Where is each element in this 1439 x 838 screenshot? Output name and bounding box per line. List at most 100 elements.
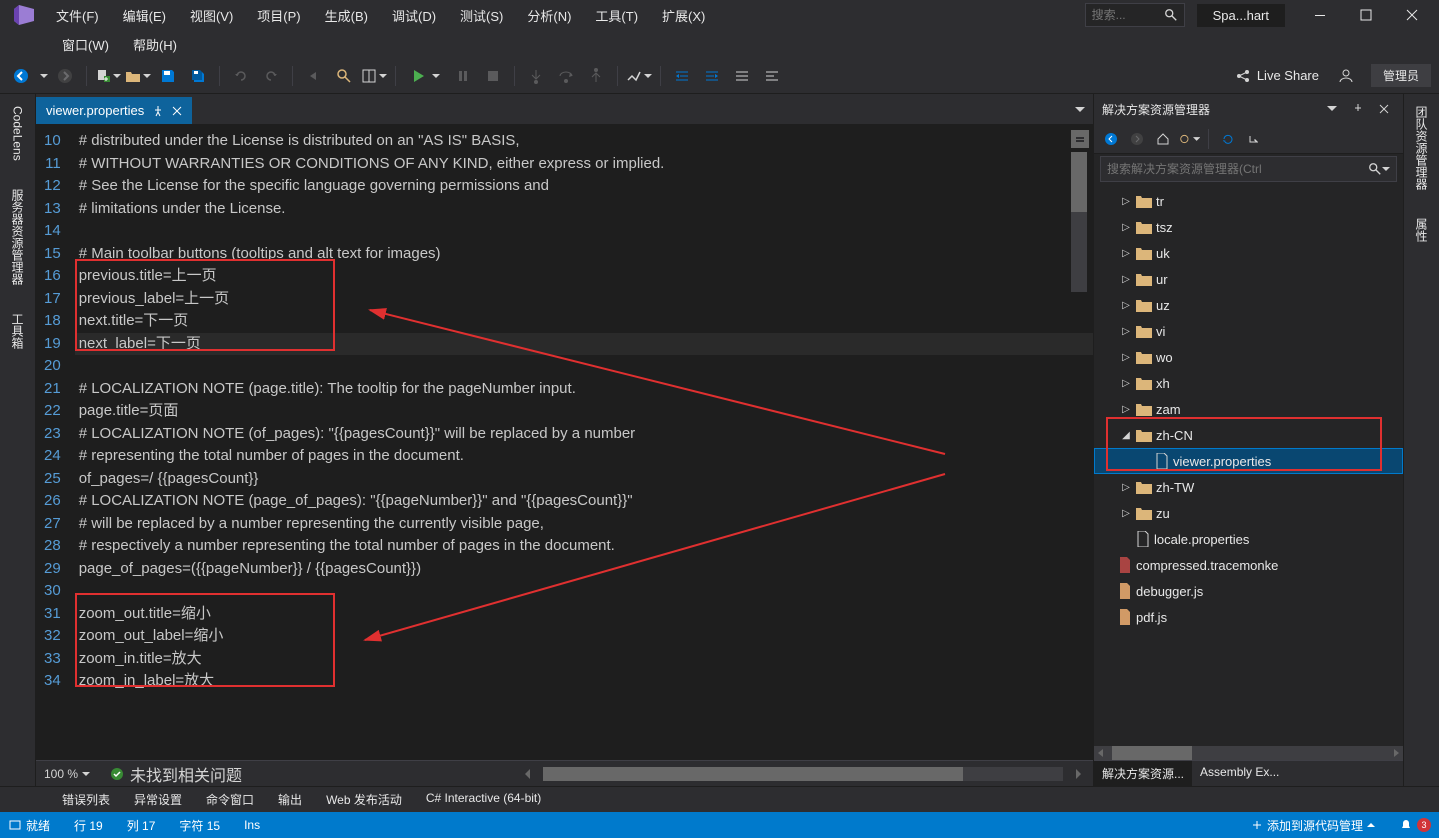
tree-file-viewer-properties[interactable]: viewer.properties: [1094, 448, 1403, 474]
panel-pin-button[interactable]: [1347, 98, 1369, 120]
code-line[interactable]: # LOCALIZATION NOTE (page.title): The to…: [75, 378, 1093, 401]
sp-back-button[interactable]: [1100, 128, 1122, 150]
nav-back-button[interactable]: [8, 63, 34, 89]
scroll-right-icon[interactable]: [1071, 767, 1085, 781]
open-file-button[interactable]: [125, 63, 151, 89]
horizontal-scrollbar[interactable]: [543, 767, 1063, 781]
code-line[interactable]: previous.title=上一页: [75, 265, 1093, 288]
tree-file-compressed[interactable]: compressed.tracemonke: [1094, 552, 1403, 578]
tree-folder-uz[interactable]: ▷uz: [1094, 292, 1403, 318]
editor-surface[interactable]: 1011121314151617181920212223242526272829…: [36, 124, 1093, 760]
tree-folder-zh-TW[interactable]: ▷zh-TW: [1094, 474, 1403, 500]
tab-codelens[interactable]: CodeLens: [7, 98, 29, 169]
solution-search-input[interactable]: [1107, 162, 1368, 176]
code-line[interactable]: [75, 355, 1093, 378]
health-indicator[interactable]: 未找到相关问题: [110, 762, 242, 786]
expand-icon[interactable]: ▷: [1120, 482, 1132, 493]
user-button[interactable]: [1333, 63, 1359, 89]
start-debug-button[interactable]: [404, 63, 446, 89]
menu-extensions[interactable]: 扩展(X): [650, 2, 717, 29]
panel-tab-solution[interactable]: 解决方案资源...: [1094, 761, 1192, 786]
menu-analyze[interactable]: 分析(N): [515, 2, 583, 29]
menu-view[interactable]: 视图(V): [178, 2, 245, 29]
code-line[interactable]: [75, 580, 1093, 603]
sp-sync-button[interactable]: [1178, 128, 1200, 150]
chevron-down-icon[interactable]: [1382, 165, 1390, 173]
solution-search[interactable]: [1100, 156, 1397, 182]
tab-command[interactable]: 命令窗口: [194, 787, 266, 812]
menu-tools[interactable]: 工具(T): [583, 2, 650, 29]
code-line[interactable]: # LOCALIZATION NOTE (page_of_pages): "{{…: [75, 490, 1093, 513]
new-file-button[interactable]: [95, 63, 121, 89]
solution-tree[interactable]: ▷tr▷tsz▷uk▷ur▷uz▷vi▷wo▷xh▷zam◢zh-CNviewe…: [1094, 184, 1403, 746]
step-out-button[interactable]: [583, 63, 609, 89]
code-line[interactable]: [75, 220, 1093, 243]
expand-icon[interactable]: ▷: [1120, 248, 1132, 259]
menu-edit[interactable]: 编辑(E): [111, 2, 178, 29]
code-line[interactable]: # distributed under the License is distr…: [75, 130, 1093, 153]
tab-toolbox[interactable]: 工具箱: [5, 305, 30, 357]
minimize-button[interactable]: [1297, 0, 1343, 30]
tree-folder-zam[interactable]: ▷zam: [1094, 396, 1403, 422]
tree-folder-vi[interactable]: ▷vi: [1094, 318, 1403, 344]
sp-refresh-button[interactable]: [1217, 128, 1239, 150]
tree-file-pdfjs[interactable]: pdf.js: [1094, 604, 1403, 630]
tree-folder-zu[interactable]: ▷zu: [1094, 500, 1403, 526]
panel-menu-button[interactable]: [1321, 98, 1343, 120]
indent-right-button[interactable]: [699, 63, 725, 89]
find-button[interactable]: [331, 63, 357, 89]
expand-icon[interactable]: ▷: [1120, 300, 1132, 311]
expand-icon[interactable]: ▷: [1120, 196, 1132, 207]
code-line[interactable]: # respectively a number representing the…: [75, 535, 1093, 558]
sp-home-button[interactable]: [1152, 128, 1174, 150]
redo-button[interactable]: [258, 63, 284, 89]
pin-icon[interactable]: [152, 105, 164, 117]
live-share-button[interactable]: Live Share: [1225, 68, 1329, 84]
tree-folder-xh[interactable]: ▷xh: [1094, 370, 1403, 396]
tree-file-locale[interactable]: locale.properties: [1094, 526, 1403, 552]
code-line[interactable]: page_of_pages=({{pageNumber}} / {{pagesC…: [75, 558, 1093, 581]
tab-team-explorer[interactable]: 团队资源管理器: [1409, 98, 1434, 198]
status-vcs[interactable]: 添加到源代码管理: [1251, 817, 1375, 834]
step-into-button[interactable]: [523, 63, 549, 89]
menu-build[interactable]: 生成(B): [313, 2, 380, 29]
comment-button[interactable]: [729, 63, 755, 89]
panel-close-button[interactable]: [1373, 98, 1395, 120]
expand-icon[interactable]: ▷: [1120, 222, 1132, 233]
code-line[interactable]: next_label=下一页: [75, 333, 1093, 356]
panel-h-scrollbar[interactable]: [1094, 746, 1403, 760]
code-line[interactable]: zoom_in_label=放大: [75, 670, 1093, 693]
save-all-button[interactable]: [185, 63, 211, 89]
code-line[interactable]: next.title=下一页: [75, 310, 1093, 333]
code-line[interactable]: # Main toolbar buttons (tooltips and alt…: [75, 243, 1093, 266]
tool-button-1[interactable]: [626, 63, 652, 89]
close-button[interactable]: [1389, 0, 1435, 30]
editor-scrollbar[interactable]: [1071, 130, 1089, 760]
sp-fwd-button[interactable]: [1126, 128, 1148, 150]
tree-folder-ur[interactable]: ▷ur: [1094, 266, 1403, 292]
code-line[interactable]: page.title=页面: [75, 400, 1093, 423]
tab-webpublish[interactable]: Web 发布活动: [314, 787, 414, 812]
menu-help[interactable]: 帮助(H): [121, 31, 189, 58]
chevron-down-icon[interactable]: [40, 72, 48, 80]
search-input[interactable]: [1092, 8, 1164, 22]
expand-icon[interactable]: ▷: [1120, 378, 1132, 389]
tab-output[interactable]: 输出: [266, 787, 314, 812]
expand-icon[interactable]: ◢: [1120, 430, 1132, 441]
tab-overflow-button[interactable]: [1067, 98, 1093, 124]
tab-properties[interactable]: 属性: [1409, 210, 1434, 250]
scroll-left-icon[interactable]: [521, 767, 535, 781]
tree-folder-wo[interactable]: ▷wo: [1094, 344, 1403, 370]
tab-csharp-interactive[interactable]: C# Interactive (64-bit): [414, 787, 553, 812]
tab-errors[interactable]: 错误列表: [50, 787, 122, 812]
uncomment-button[interactable]: [759, 63, 785, 89]
step-over-button[interactable]: [553, 63, 579, 89]
tree-file-debugger[interactable]: debugger.js: [1094, 578, 1403, 604]
nav-fwd-button[interactable]: [52, 63, 78, 89]
close-icon[interactable]: [172, 106, 182, 116]
menu-window[interactable]: 窗口(W): [50, 31, 121, 58]
step-back-button[interactable]: [301, 63, 327, 89]
maximize-button[interactable]: [1343, 0, 1389, 30]
menu-debug[interactable]: 调试(D): [380, 2, 448, 29]
code-line[interactable]: # See the License for the specific langu…: [75, 175, 1093, 198]
